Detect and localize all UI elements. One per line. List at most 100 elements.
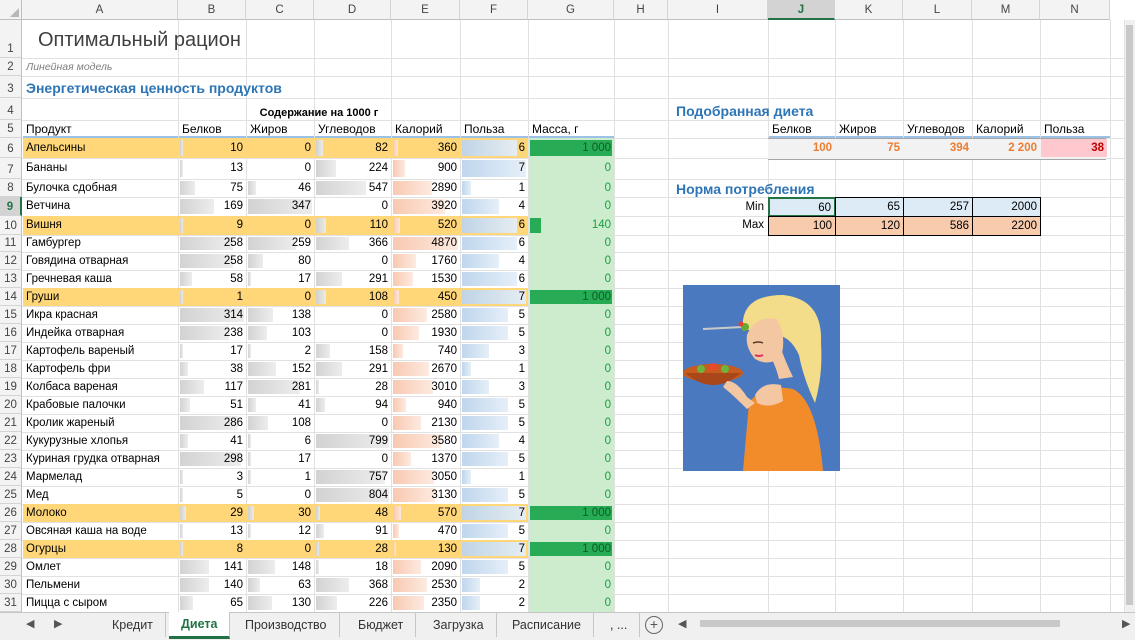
- product-protein-cell[interactable]: 286: [179, 414, 246, 432]
- product-carbs-cell[interactable]: 0: [315, 252, 391, 270]
- product-cal-cell[interactable]: 4870: [392, 235, 460, 252]
- horizontal-scroll-thumb[interactable]: [700, 620, 1060, 627]
- product-carbs-cell[interactable]: 0: [315, 450, 391, 468]
- product-protein-cell[interactable]: 3: [179, 468, 246, 486]
- product-mass-cell[interactable]: 0: [529, 432, 614, 450]
- product-mass-cell[interactable]: 1 000: [529, 138, 614, 158]
- product-name[interactable]: Индейка отварная: [23, 324, 178, 342]
- norm-max-cell[interactable]: 2200: [972, 216, 1041, 236]
- product-carbs-cell[interactable]: 94: [315, 396, 391, 414]
- product-benefit-cell[interactable]: 5: [461, 306, 528, 324]
- product-mass-cell[interactable]: 0: [529, 360, 614, 378]
- column-header-g[interactable]: G: [528, 0, 614, 20]
- column-header-m[interactable]: M: [972, 0, 1040, 20]
- product-mass-cell[interactable]: 0: [529, 396, 614, 414]
- row-header-12[interactable]: 12: [0, 252, 22, 270]
- sheet-tab-7[interactable]: , ...: [598, 613, 641, 637]
- product-benefit-cell[interactable]: 5: [461, 522, 528, 540]
- product-mass-cell[interactable]: 0: [529, 270, 614, 288]
- product-mass-cell[interactable]: 1 000: [529, 504, 614, 522]
- product-mass-cell[interactable]: 0: [529, 414, 614, 432]
- product-protein-cell[interactable]: 8: [179, 540, 246, 558]
- product-cal-cell[interactable]: 740: [392, 342, 460, 360]
- product-fat-cell[interactable]: 108: [247, 414, 314, 432]
- product-name[interactable]: Гречневая каша: [23, 270, 178, 288]
- product-protein-cell[interactable]: 5: [179, 486, 246, 504]
- sheet-tab-2[interactable]: Диета: [169, 612, 231, 639]
- product-protein-cell[interactable]: 13: [179, 522, 246, 540]
- product-benefit-cell[interactable]: 4: [461, 432, 528, 450]
- product-benefit-cell[interactable]: 5: [461, 450, 528, 468]
- product-name[interactable]: Пельмени: [23, 576, 178, 594]
- norm-max-cell[interactable]: 100: [768, 216, 836, 236]
- product-cal-cell[interactable]: 360: [392, 138, 460, 158]
- row-header-6[interactable]: 6: [0, 138, 22, 158]
- row-header-31[interactable]: 31: [0, 594, 22, 612]
- product-carbs-cell[interactable]: 108: [315, 288, 391, 306]
- product-protein-cell[interactable]: 238: [179, 324, 246, 342]
- product-fat-cell[interactable]: 103: [247, 324, 314, 342]
- product-carbs-cell[interactable]: 0: [315, 306, 391, 324]
- product-benefit-cell[interactable]: 2: [461, 594, 528, 612]
- product-fat-cell[interactable]: 17: [247, 450, 314, 468]
- row-header-8[interactable]: 8: [0, 179, 22, 197]
- product-benefit-cell[interactable]: 1: [461, 468, 528, 486]
- product-fat-cell[interactable]: 63: [247, 576, 314, 594]
- product-mass-cell[interactable]: 0: [529, 252, 614, 270]
- product-cal-cell[interactable]: 2890: [392, 179, 460, 197]
- row-header-18[interactable]: 18: [0, 360, 22, 378]
- product-cal-cell[interactable]: 2090: [392, 558, 460, 576]
- norm-min-cell[interactable]: 2000: [972, 197, 1041, 217]
- column-header-d[interactable]: D: [314, 0, 391, 20]
- product-fat-cell[interactable]: 259: [247, 235, 314, 252]
- column-header-b[interactable]: B: [178, 0, 246, 20]
- product-carbs-cell[interactable]: 224: [315, 158, 391, 179]
- product-protein-cell[interactable]: 58: [179, 270, 246, 288]
- product-fat-cell[interactable]: 130: [247, 594, 314, 612]
- row-header-2[interactable]: 2: [0, 58, 22, 76]
- product-protein-cell[interactable]: 314: [179, 306, 246, 324]
- product-benefit-cell[interactable]: 5: [461, 396, 528, 414]
- product-cal-cell[interactable]: 1760: [392, 252, 460, 270]
- row-header-21[interactable]: 21: [0, 414, 22, 432]
- norm-min-cell[interactable]: 65: [835, 197, 904, 217]
- column-header-f[interactable]: F: [460, 0, 528, 20]
- product-mass-cell[interactable]: 140: [529, 216, 614, 235]
- product-carbs-cell[interactable]: 0: [315, 414, 391, 432]
- product-fat-cell[interactable]: 12: [247, 522, 314, 540]
- row-header-10[interactable]: 10: [0, 216, 22, 235]
- product-mass-cell[interactable]: 0: [529, 235, 614, 252]
- product-name[interactable]: Овсяная каша на воде: [23, 522, 178, 540]
- row-header-28[interactable]: 28: [0, 540, 22, 558]
- product-name[interactable]: Вишня: [23, 216, 178, 235]
- product-protein-cell[interactable]: 10: [179, 138, 246, 158]
- add-sheet-plus-icon[interactable]: +: [645, 616, 663, 634]
- product-carbs-cell[interactable]: 368: [315, 576, 391, 594]
- product-name[interactable]: Огурцы: [23, 540, 178, 558]
- product-mass-cell[interactable]: 1 000: [529, 288, 614, 306]
- norm-min-cell[interactable]: 60: [768, 197, 836, 217]
- product-name[interactable]: Крабовые палочки: [23, 396, 178, 414]
- column-header-e[interactable]: E: [391, 0, 460, 20]
- row-header-13[interactable]: 13: [0, 270, 22, 288]
- row-header-26[interactable]: 26: [0, 504, 22, 522]
- product-cal-cell[interactable]: 3010: [392, 378, 460, 396]
- product-cal-cell[interactable]: 1530: [392, 270, 460, 288]
- spreadsheet-grid[interactable]: ABCDEFGHIJKLMN 1 2 3 4 5 6 7 8 9 10 11 12 13 14 15 16 17…: [0, 0, 1135, 612]
- product-mass-cell[interactable]: 0: [529, 306, 614, 324]
- row-header-4[interactable]: 4: [0, 98, 22, 120]
- diet-value-cell[interactable]: 394: [904, 139, 972, 157]
- product-protein-cell[interactable]: 169: [179, 197, 246, 216]
- product-fat-cell[interactable]: 0: [247, 138, 314, 158]
- product-benefit-cell[interactable]: 2: [461, 576, 528, 594]
- product-cal-cell[interactable]: 470: [392, 522, 460, 540]
- product-fat-cell[interactable]: 2: [247, 342, 314, 360]
- product-benefit-cell[interactable]: 5: [461, 414, 528, 432]
- sheet-tab-5[interactable]: Загрузка: [421, 613, 497, 637]
- product-carbs-cell[interactable]: 799: [315, 432, 391, 450]
- sheet-tab-1[interactable]: Кредит: [100, 613, 166, 637]
- product-fat-cell[interactable]: 347: [247, 197, 314, 216]
- product-name[interactable]: Омлет: [23, 558, 178, 576]
- product-fat-cell[interactable]: 0: [247, 158, 314, 179]
- product-name[interactable]: Кукурузные хлопья: [23, 432, 178, 450]
